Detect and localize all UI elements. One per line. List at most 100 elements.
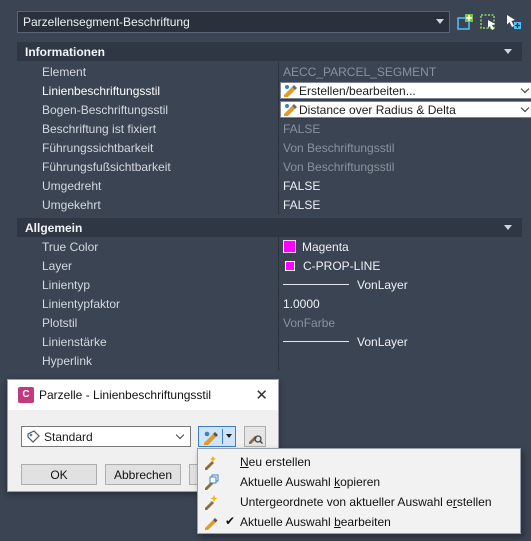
edit-style-icon — [205, 518, 218, 530]
property-row-layer[interactable]: Layer C-PROP-LINE — [17, 256, 522, 275]
magnifier-pick-icon — [249, 435, 263, 445]
style-select[interactable]: Standard — [21, 426, 191, 447]
layer-name: C-PROP-LINE — [303, 259, 381, 273]
properties-topbar: Parzellensegment-Beschriftung — [0, 0, 531, 42]
add-to-selection-icon[interactable] — [456, 12, 476, 32]
property-row-linientypfaktor[interactable]: Linientypfaktor 1.0000 — [17, 294, 522, 313]
menu-item-neu-erstellen[interactable]: Neu erstellen — [198, 452, 520, 472]
property-value: Von Beschriftungsstil — [280, 157, 522, 176]
menu-item-auswahl-kopieren[interactable]: Aktuelle Auswahl kopieren — [198, 472, 520, 492]
property-value: VonFarbe — [280, 313, 522, 332]
checkmark-icon: ✔ — [225, 514, 236, 528]
civil3d-app-icon: C — [18, 387, 34, 403]
quick-select-icon[interactable] — [479, 12, 499, 32]
menu-item-auswahl-bearbeiten[interactable]: ✔ Aktuelle Auswahl bearbeiten — [198, 512, 520, 532]
menu-item-label: Aktuelle Auswahl kopieren — [240, 475, 381, 489]
layer-color-swatch — [285, 261, 295, 271]
lineweight-name: VonLayer — [357, 335, 408, 349]
style-edit-split-button[interactable] — [198, 426, 236, 447]
close-icon[interactable]: ✕ — [255, 386, 268, 404]
property-name: Umgekehrt — [34, 195, 279, 214]
dialog-title: Parzelle - Linienbeschriftungsstil — [39, 388, 212, 402]
section-header-informationen[interactable]: Informationen — [17, 42, 522, 61]
property-name: Linientyp — [34, 275, 279, 294]
chevron-down-icon — [520, 103, 530, 113]
property-value: AECC_PARCEL_SEGMENT — [280, 62, 522, 81]
property-row-umgedreht[interactable]: Umgedreht FALSE — [17, 176, 522, 195]
menu-item-label: Untergeordnete von aktueller Auswahl ers… — [240, 495, 492, 509]
menu-item-untergeordnete-erstellen[interactable]: Untergeordnete von aktueller Auswahl ers… — [198, 492, 520, 512]
property-name: Führungssichtbarkeit — [34, 138, 279, 157]
property-value: Magenta — [280, 237, 522, 256]
edit-style-icon — [204, 431, 218, 445]
label-style-icon — [284, 85, 297, 97]
property-row-linienstaerke[interactable]: Linienstärke VonLayer — [17, 332, 522, 351]
property-value: VonLayer — [280, 275, 522, 294]
property-value: FALSE — [280, 119, 522, 138]
color-swatch — [283, 240, 296, 253]
property-row-hyperlink[interactable]: Hyperlink — [17, 351, 522, 370]
property-row-linienbeschriftungsstil[interactable]: Linienbeschriftungsstil Erstellen/bearbe… — [17, 81, 531, 100]
combo-value: Distance over Radius & Delta — [299, 103, 456, 117]
line-label-style-combo[interactable]: Erstellen/bearbeiten... — [280, 82, 531, 99]
property-name: True Color — [34, 237, 279, 256]
section-title: Informationen — [25, 45, 105, 59]
chevron-down-icon — [175, 430, 185, 440]
cancel-button[interactable]: Abbrechen — [105, 464, 181, 485]
property-name: Beschriftung ist fixiert — [34, 119, 279, 138]
property-row-umgekehrt[interactable]: Umgekehrt FALSE — [17, 195, 522, 214]
property-name: Hyperlink — [34, 351, 279, 370]
collapse-icon[interactable] — [504, 49, 512, 54]
linetype-preview — [283, 284, 349, 285]
curve-label-style-combo[interactable]: Distance over Radius & Delta — [280, 101, 531, 118]
chevron-down-icon — [520, 84, 530, 94]
object-type-select[interactable]: Parzellensegment-Beschriftung — [17, 11, 450, 33]
property-name: Linientypfaktor — [34, 294, 279, 313]
combo-value: Erstellen/bearbeiten... — [299, 84, 416, 98]
style-select-value: Standard — [44, 430, 93, 444]
property-row-element[interactable]: Element AECC_PARCEL_SEGMENT — [17, 62, 522, 81]
new-style-icon — [205, 456, 216, 470]
object-type-label: Parzellensegment-Beschriftung — [23, 15, 190, 29]
color-name: Magenta — [302, 240, 349, 254]
child-style-icon — [205, 495, 218, 510]
property-row-fuehrungsfusssichtbarkeit[interactable]: Führungsfußsichtbarkeit Von Beschriftung… — [17, 157, 522, 176]
property-value: FALSE — [280, 176, 522, 195]
property-value: VonLayer — [280, 332, 522, 351]
property-name: Umgedreht — [34, 176, 279, 195]
toggle-pickadd-icon[interactable] — [503, 12, 523, 32]
label-style-icon — [284, 104, 297, 116]
property-name: Führungsfußsichtbarkeit — [34, 157, 279, 176]
dialog-titlebar[interactable]: C Parzelle - Linienbeschriftungsstil ✕ — [8, 380, 278, 410]
lineweight-preview — [283, 341, 349, 342]
pick-from-drawing-button[interactable] — [244, 426, 266, 447]
property-row-fuehrungssichtbarkeit[interactable]: Führungssichtbarkeit Von Beschriftungsst… — [17, 138, 522, 157]
linetype-name: VonLayer — [357, 278, 408, 292]
property-value: Von Beschriftungsstil — [280, 138, 522, 157]
section-header-allgemein[interactable]: Allgemein — [17, 218, 522, 237]
property-name: Plotstil — [34, 313, 279, 332]
property-name: Linienstärke — [34, 332, 279, 351]
chevron-down-icon[interactable] — [226, 434, 232, 438]
general-properties-list: True Color Magenta Layer C-PROP-LINE Lin… — [17, 237, 522, 370]
property-value: FALSE — [280, 195, 522, 214]
property-name: Layer — [34, 256, 279, 275]
property-value: C-PROP-LINE — [280, 256, 522, 275]
property-row-linientyp[interactable]: Linientyp VonLayer — [17, 275, 522, 294]
ok-button[interactable]: OK — [21, 464, 97, 485]
chevron-down-icon — [436, 19, 444, 24]
menu-item-label: Neu erstellen — [240, 455, 311, 469]
property-value: 1.0000 — [280, 294, 522, 313]
info-properties-list: Element AECC_PARCEL_SEGMENT Linienbeschr… — [17, 62, 531, 214]
property-row-bogen-beschriftungsstil[interactable]: Bogen-Beschriftungsstil Distance over Ra… — [17, 100, 531, 119]
collapse-icon[interactable] — [504, 225, 512, 230]
property-name: Linienbeschriftungsstil — [34, 81, 279, 100]
property-row-plotstil[interactable]: Plotstil VonFarbe — [17, 313, 522, 332]
property-row-true-color[interactable]: True Color Magenta — [17, 237, 522, 256]
style-action-menu: Neu erstellen Aktuelle Auswahl kopieren … — [197, 448, 521, 534]
property-name: Element — [34, 62, 279, 81]
property-name: Bogen-Beschriftungsstil — [34, 100, 279, 119]
menu-item-label: Aktuelle Auswahl bearbeiten — [240, 515, 391, 529]
copy-style-icon — [205, 474, 219, 490]
property-row-beschriftung-fixiert[interactable]: Beschriftung ist fixiert FALSE — [17, 119, 522, 138]
